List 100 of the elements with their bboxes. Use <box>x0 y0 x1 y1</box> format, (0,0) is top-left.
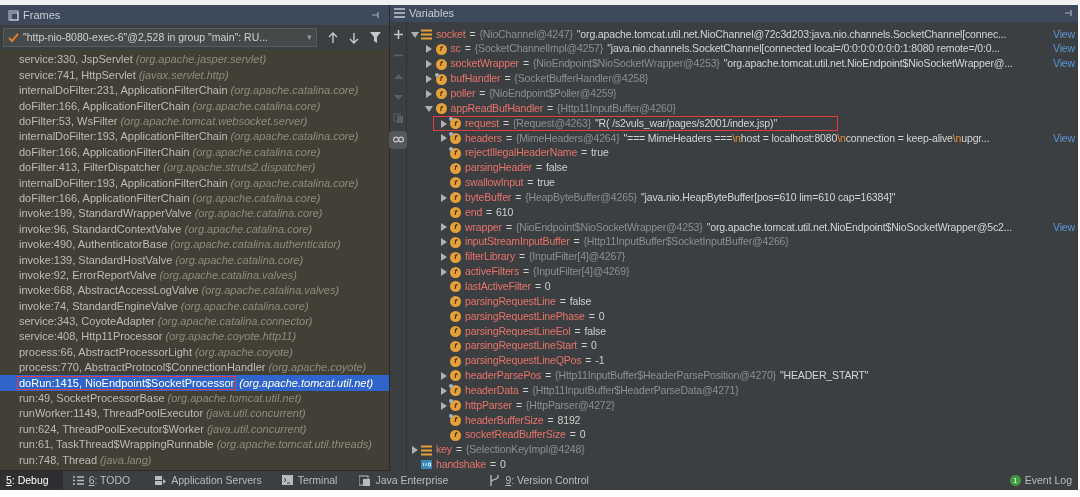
equals-sign: = <box>585 353 592 369</box>
view-link[interactable]: View <box>1050 219 1075 236</box>
expanded-triangle-icon[interactable] <box>410 30 419 39</box>
frame-package: (org.apache.coyote) <box>268 360 367 376</box>
variable-value: 0 <box>544 279 551 294</box>
collapsed-triangle-icon[interactable] <box>439 119 448 128</box>
frame-row[interactable]: run:748, Thread (java.lang) <box>0 452 389 468</box>
view-link[interactable]: View <box>1050 41 1075 58</box>
menu-icon <box>394 8 405 19</box>
add-icon[interactable] <box>392 29 404 40</box>
frame-row[interactable]: process:770, AbstractProtocol$ConnectionHandler (org.apache.coyote) <box>0 359 389 376</box>
tool-window-tab[interactable]: 5: Debug <box>0 471 63 490</box>
tool-window-tab[interactable]: Application Servers <box>147 471 270 490</box>
variable-name: headerParsePos <box>465 368 542 384</box>
variable-name: appReadBufHandler <box>450 100 544 116</box>
tool-window-tab[interactable]: 9: Version Control <box>481 471 597 490</box>
tool-window-tab[interactable]: Terminal <box>269 471 350 490</box>
collapsed-triangle-icon[interactable] <box>439 371 448 380</box>
down-arrow-icon[interactable] <box>349 31 360 44</box>
frame-row[interactable]: doFilter:53, WsFilter (org.apache.tomcat.websocket.server) <box>0 113 389 129</box>
collapsed-triangle-icon[interactable] <box>439 238 448 247</box>
variable-value: "=== MimeHeaders === <box>623 130 733 146</box>
frame-row[interactable]: run:49, SocketProcessorBase (org.apache.tomcat.util.net) <box>0 390 389 406</box>
frame-row[interactable]: service:343, CoyoteAdapter (org.apache.catalina.connector) <box>0 313 389 330</box>
variable-name: parsingRequestLinePhase <box>465 308 585 324</box>
view-link[interactable]: View <box>1050 26 1075 43</box>
variable-value: {InputFilter[4]@4269} <box>533 264 630 280</box>
variable-name: parsingRequestLineEol <box>465 323 571 339</box>
field-icon: f <box>450 147 461 159</box>
variable-value: 610 <box>496 204 514 220</box>
frame-row[interactable]: process:66, AbstractProcessorLight (org.apache.coyote) <box>0 344 389 360</box>
collapsed-triangle-icon[interactable] <box>425 45 433 54</box>
up-arrow-icon[interactable] <box>328 31 339 44</box>
frames-icon <box>8 9 19 21</box>
variable-value: false <box>545 160 568 176</box>
frame-row[interactable]: invoke:92, ErrorReportValve (org.apache.catalina.valves) <box>0 267 389 283</box>
frame-row[interactable]: invoke:490, AuthenticatorBase (org.apache.catalina.authenticator) <box>0 236 389 253</box>
filter-icon[interactable] <box>370 32 381 43</box>
field-icon: f <box>450 400 461 412</box>
frame-row[interactable]: invoke:199, StandardWrapperValve (org.apache.catalina.core) <box>0 205 389 222</box>
frame-row[interactable]: internalDoFilter:193, ApplicationFilterChain (org.apache.catalina.core) <box>0 175 389 191</box>
frame-package: (org.apache.catalina.core) <box>180 298 309 314</box>
variable-name: end <box>465 204 483 220</box>
collapsed-triangle-icon[interactable] <box>439 386 448 395</box>
frame-row[interactable]: invoke:668, AbstractAccessLogValve (org.apache.catalina.valves) <box>0 282 389 299</box>
frame-row[interactable]: internalDoFilter:231, ApplicationFilterChain (org.apache.catalina.core) <box>0 82 389 99</box>
frame-row[interactable]: runWorker:1149, ThreadPoolExecutor (java.util.concurrent) <box>0 406 389 422</box>
collapsed-triangle-icon[interactable] <box>439 253 448 262</box>
field-icon: f <box>450 251 461 263</box>
equals-sign: = <box>505 219 512 235</box>
frame-row[interactable]: run:61, TaskThread$WrappingRunnable (org.apache.tomcat.util.threads) <box>0 436 389 453</box>
frame-row[interactable]: invoke:74, StandardEngineValve (org.apache.catalina.core) <box>0 298 389 314</box>
glasses-icon[interactable] <box>392 134 404 145</box>
frame-package: (org.apache.tomcat.util.threads) <box>216 437 372 453</box>
collapsed-triangle-icon[interactable] <box>410 446 419 455</box>
pin-icon[interactable] <box>1064 9 1074 18</box>
variable-value: {InputFilter[4]@4267} <box>528 249 626 265</box>
frame-row[interactable]: service:408, Http11Processor (org.apache.coyote.http11) <box>0 329 389 345</box>
frame-row[interactable]: doRun:1415, NioEndpoint$SocketProcessor (org.apache.tomcat.util.net) <box>0 375 389 391</box>
expanded-triangle-icon[interactable] <box>425 104 433 113</box>
event-log-button[interactable]: 1 Event Log <box>1009 472 1072 489</box>
collapsed-triangle-icon[interactable] <box>425 60 433 69</box>
collapsed-triangle-icon[interactable] <box>439 223 448 232</box>
frame-row[interactable]: service:741, HttpServlet (javax.servlet.http) <box>0 67 389 83</box>
view-link[interactable]: View <box>1050 56 1075 73</box>
frame-row[interactable]: internalDoFilter:193, ApplicationFilterChain (org.apache.catalina.core) <box>0 128 389 145</box>
variable-value: \n <box>837 130 846 146</box>
view-link[interactable]: View <box>1050 130 1075 147</box>
collapsed-triangle-icon[interactable] <box>425 89 433 98</box>
frame-method: doFilter:53, WsFilter <box>19 114 118 129</box>
field-icon: f <box>450 311 461 323</box>
variable-value: {Http11InputBuffer@4260} <box>557 100 676 116</box>
tool-window-tab[interactable]: 6: TODO <box>62 471 141 490</box>
field-icon: f <box>435 43 447 55</box>
variable-name: bufHandler <box>450 71 501 87</box>
collapsed-triangle-icon[interactable] <box>439 134 448 143</box>
toolbar-toggle[interactable] <box>389 130 407 149</box>
variable-value: {NioEndpoint$Poller@4259} <box>489 86 617 101</box>
frame-row[interactable]: doFilter:166, ApplicationFilterChain (org.apache.catalina.core) <box>0 144 389 160</box>
frame-package: (org.apache.catalina.core) <box>230 83 359 99</box>
collapsed-triangle-icon[interactable] <box>439 193 448 202</box>
frame-row[interactable]: doFilter:413, FilterDispatcher (org.apache.struts2.dispatcher) <box>0 159 389 176</box>
field-icon: f <box>450 281 461 293</box>
field-icon: f <box>450 177 461 189</box>
variable-value: 0 <box>500 457 506 473</box>
thread-dropdown[interactable]: "http-nio-8080-exec-6"@2,528 in group "main": RU... ▾ <box>3 28 318 47</box>
field-icon: f <box>450 414 461 426</box>
collapsed-triangle-icon[interactable] <box>439 268 448 276</box>
variable-value: 0 <box>591 338 597 354</box>
tool-window-tab[interactable]: Java Enterprise <box>349 471 459 490</box>
frame-row[interactable]: doFilter:166, ApplicationFilterChain (org.apache.catalina.core) <box>0 98 389 114</box>
frame-row[interactable]: invoke:139, StandardHostValve (org.apache.catalina.core) <box>0 252 389 268</box>
collapsed-triangle-icon[interactable] <box>425 75 433 84</box>
frame-row[interactable]: invoke:96, StandardContextValve (org.apache.catalina.core) <box>0 221 389 237</box>
frame-row[interactable]: service:330, JspServlet (org.apache.jasper.servlet) <box>0 52 389 68</box>
pin-icon[interactable] <box>371 11 381 19</box>
frame-row[interactable]: run:624, ThreadPoolExecutor$Worker (java.util.concurrent) <box>0 421 389 437</box>
variable-name: httpParser <box>465 397 512 413</box>
collapsed-triangle-icon[interactable] <box>439 401 448 410</box>
frame-row[interactable]: doFilter:166, ApplicationFilterChain (org.apache.catalina.core) <box>0 190 389 206</box>
